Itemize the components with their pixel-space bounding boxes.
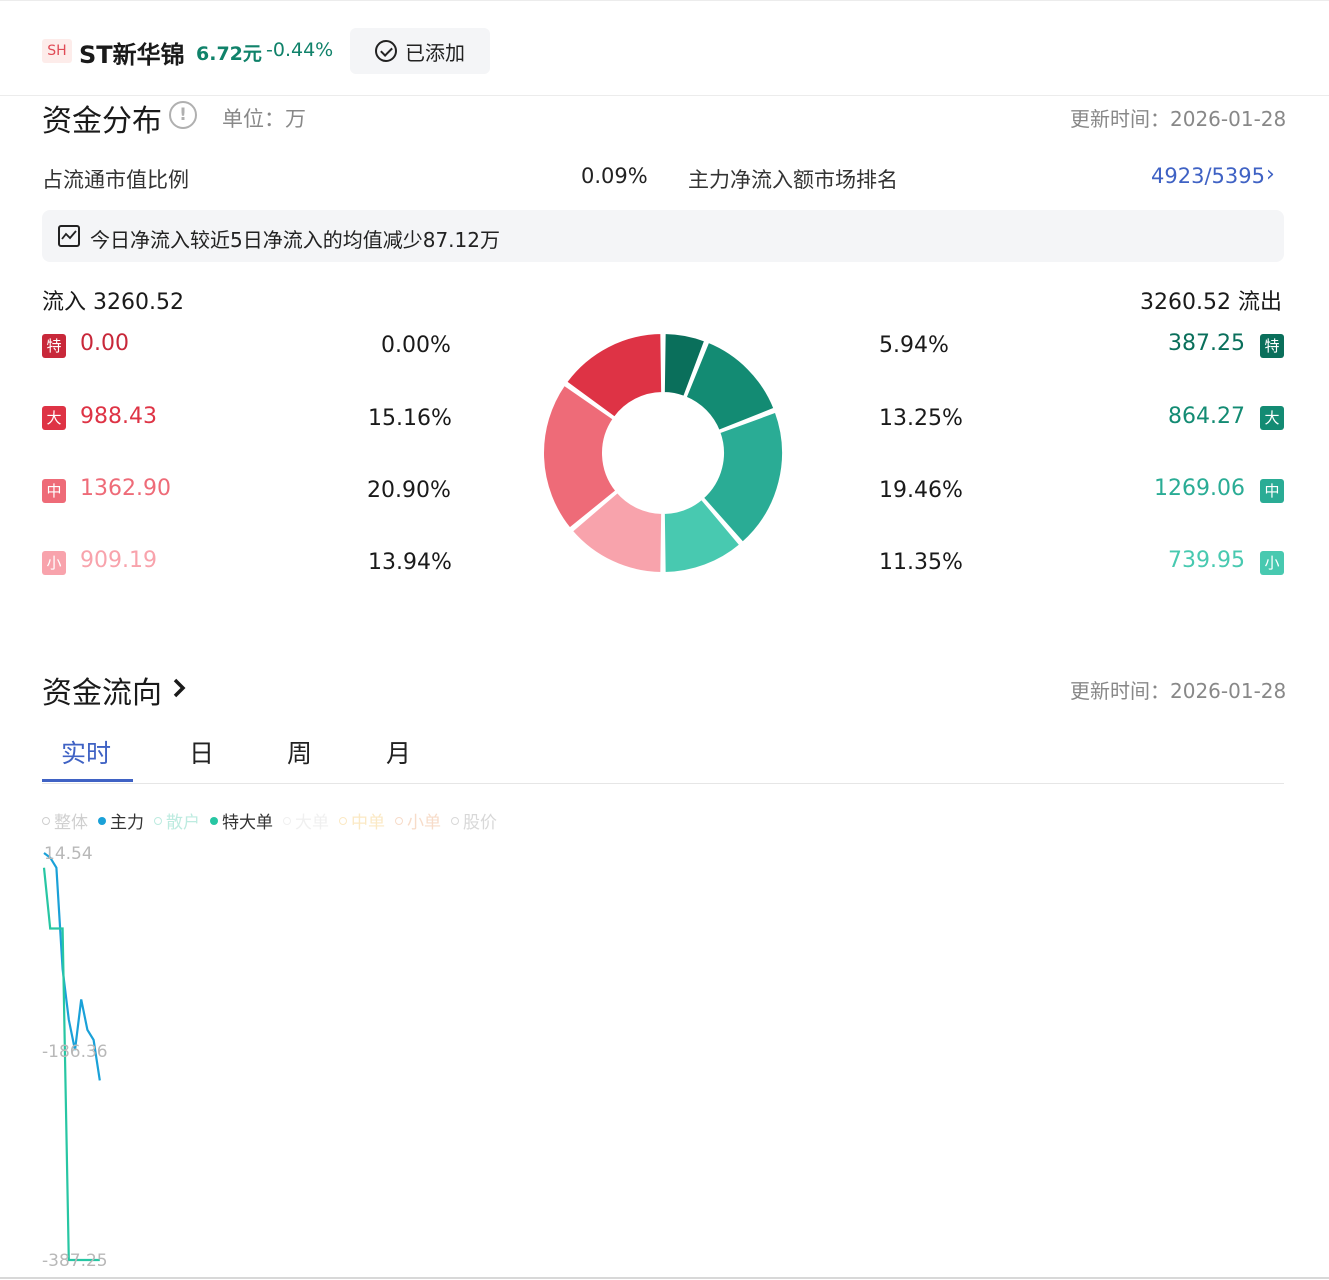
legend-item[interactable]: 中单	[339, 808, 385, 833]
legend-dot-icon	[42, 816, 50, 825]
distribution-updated: 更新时间：2026-01-28	[1070, 107, 1287, 131]
notice-bar: 今日净流入较近5日净流入的均值减少87.12万	[42, 210, 1284, 262]
tag-medium: 中	[42, 479, 66, 503]
stock-price: 6.72元	[196, 43, 262, 65]
tab-day[interactable]: 日	[189, 734, 214, 770]
series-line-super-large	[42, 867, 100, 1262]
added-label: 已添加	[405, 40, 465, 65]
bottom-border	[0, 1277, 1329, 1279]
inflow-amount: 988.43	[80, 404, 157, 429]
legend-dot-icon	[451, 816, 459, 825]
flow-updated: 更新时间：2026-01-28	[1070, 679, 1287, 703]
chevron-right-icon[interactable]	[171, 677, 187, 699]
legend-item[interactable]: 小单	[395, 808, 441, 833]
active-tab-indicator	[42, 779, 133, 782]
tag-large: 大	[1260, 406, 1284, 430]
outflow-amount: 387.25	[1168, 331, 1245, 356]
outflow-percent: 13.25%	[879, 406, 963, 431]
legend-item[interactable]: 散户	[154, 808, 200, 833]
tab-realtime[interactable]: 实时	[61, 734, 111, 770]
fund-distribution-donut	[543, 333, 783, 573]
rank-value[interactable]: 4923/5395	[1151, 164, 1265, 188]
legend-item[interactable]: 股价	[451, 808, 497, 833]
inflow-amount: 1362.90	[80, 476, 171, 501]
tab-week[interactable]: 周	[287, 734, 312, 770]
stock-change: -0.44%	[266, 39, 334, 61]
legend-item[interactable]: 主力	[98, 808, 144, 833]
flow-title[interactable]: 资金流向	[42, 668, 162, 712]
tab-month[interactable]: 月	[386, 734, 411, 770]
tag-small: 小	[1260, 551, 1284, 575]
tag-special: 特	[1260, 334, 1284, 358]
y-mid-label: -186.36	[42, 1042, 108, 1062]
legend-dot-icon	[339, 816, 347, 825]
tab-divider	[42, 783, 1284, 784]
tag-small: 小	[42, 551, 66, 575]
legend-dot-icon	[98, 816, 106, 825]
legend-dot-icon	[154, 816, 162, 825]
tag-large: 大	[42, 406, 66, 430]
y-min-label: -387.25	[42, 1251, 108, 1270]
check-circle-icon	[375, 40, 397, 62]
legend-label: 整体	[54, 813, 88, 833]
legend-label: 大单	[295, 813, 329, 833]
chevron-right-icon[interactable]: ›	[1266, 162, 1275, 187]
legend-label: 中单	[351, 813, 385, 833]
inflow-percent: 20.90%	[367, 478, 451, 503]
outflow-percent: 11.35%	[879, 550, 963, 575]
outflow-amount: 739.95	[1168, 548, 1245, 573]
legend-dot-icon	[395, 816, 403, 825]
legend-dot-icon	[283, 816, 291, 825]
y-max-label: 14.54	[44, 844, 93, 864]
inflow-percent: 0.00%	[381, 333, 451, 358]
info-icon[interactable]: !	[169, 101, 197, 129]
ratio-value: 0.09%	[581, 164, 648, 188]
outflow-total: 3260.52 流出	[1140, 290, 1282, 315]
legend-item[interactable]: 特大单	[210, 808, 273, 833]
legend-item[interactable]: 大单	[283, 808, 329, 833]
inflow-percent: 15.16%	[368, 406, 452, 431]
tag-special: 特	[42, 334, 66, 358]
flow-line-chart: 14.54 -186.36 -387.25	[42, 844, 108, 1270]
ratio-label: 占流通市值比例	[42, 168, 189, 192]
distribution-title: 资金分布	[42, 104, 162, 139]
inflow-percent: 13.94%	[368, 550, 452, 575]
inflow-total: 流入 3260.52	[42, 290, 184, 315]
exchange-badge: SH	[42, 39, 72, 63]
legend-label: 小单	[407, 813, 441, 833]
legend-label: 散户	[166, 813, 200, 833]
trend-chart-icon	[58, 225, 80, 247]
stock-name: ST新华锦	[79, 41, 185, 69]
inflow-amount: 0.00	[80, 331, 129, 356]
rank-label: 主力净流入额市场排名	[688, 168, 898, 192]
legend-dot-icon	[210, 816, 218, 825]
unit-label: 单位：万	[222, 107, 306, 131]
outflow-amount: 864.27	[1168, 404, 1245, 429]
legend-item[interactable]: 整体	[42, 808, 88, 833]
stock-header: SH ST新华锦 6.72元 -0.44% 已添加	[0, 0, 1329, 96]
notice-text: 今日净流入较近5日净流入的均值减少87.12万	[90, 228, 500, 252]
flow-legend: 整体 主力 散户 特大单 大单 中单 小单 股价	[42, 808, 497, 833]
outflow-percent: 5.94%	[879, 333, 949, 358]
inflow-amount: 909.19	[80, 548, 157, 573]
outflow-percent: 19.46%	[879, 478, 963, 503]
legend-label: 主力	[110, 813, 144, 833]
legend-label: 股价	[463, 813, 497, 833]
outflow-amount: 1269.06	[1154, 476, 1245, 501]
legend-label: 特大单	[222, 813, 273, 833]
tag-medium: 中	[1260, 479, 1284, 503]
added-watchlist-button[interactable]: 已添加	[350, 28, 490, 74]
